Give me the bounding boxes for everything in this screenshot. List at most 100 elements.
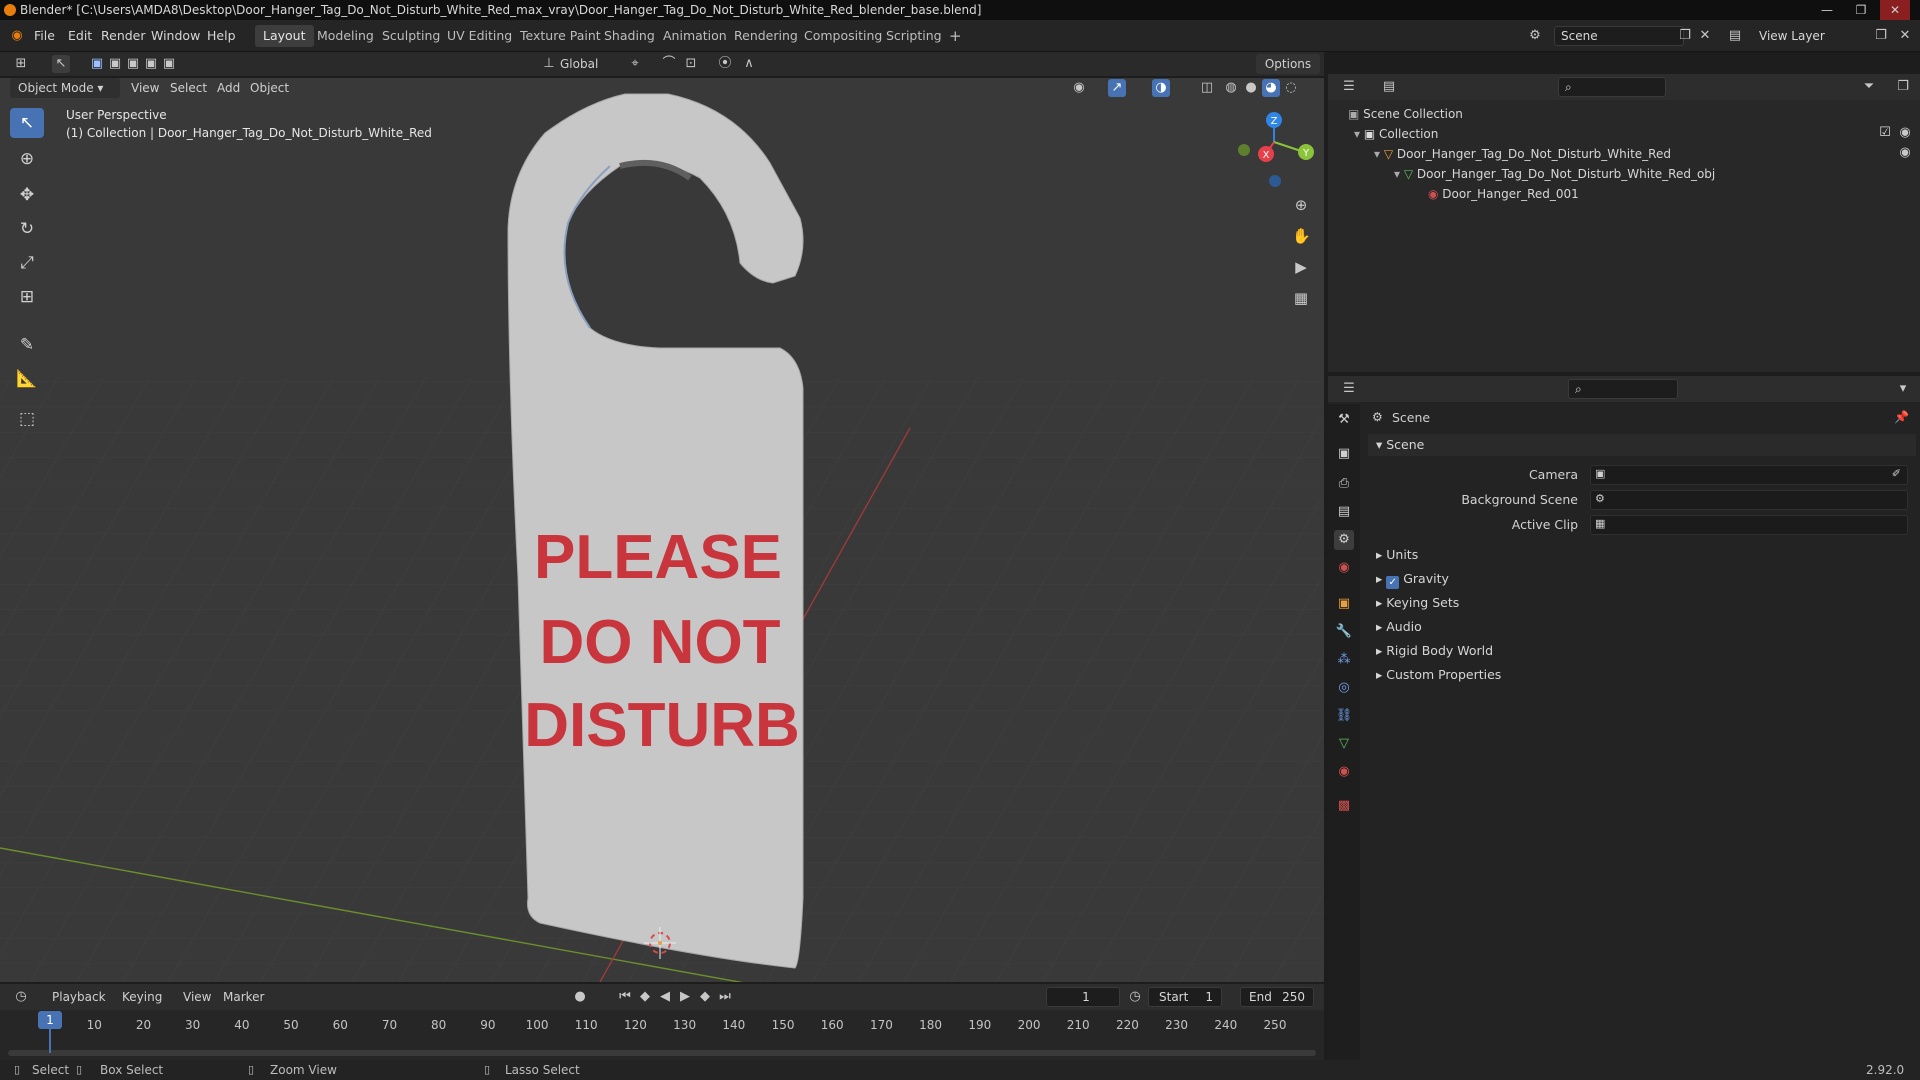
menu-render[interactable]: Render bbox=[101, 28, 146, 43]
close-button[interactable]: ✕ bbox=[1880, 0, 1910, 20]
add-workspace-button[interactable]: + bbox=[941, 25, 970, 47]
select-tool-icon[interactable]: ↖ bbox=[52, 55, 70, 73]
solid-shading-icon[interactable]: ● bbox=[1242, 79, 1260, 97]
tab-rendering[interactable]: Rendering bbox=[726, 25, 806, 47]
xray-icon[interactable]: ◫ bbox=[1198, 79, 1216, 97]
preview-range-icon[interactable]: ◷ bbox=[1126, 988, 1144, 1006]
properties-editor-icon[interactable]: ☰ bbox=[1340, 380, 1358, 398]
blender-menu-icon[interactable]: ◉ bbox=[8, 27, 26, 45]
filter-icon[interactable]: ⏷ bbox=[1860, 78, 1878, 96]
camera-view-icon[interactable]: ▶ bbox=[1292, 258, 1310, 276]
select-mode-new-icon[interactable]: ▣ bbox=[88, 55, 106, 73]
constraints-tab-icon[interactable]: ⛓ bbox=[1334, 706, 1354, 726]
view-layer-selector[interactable]: View Layer bbox=[1752, 26, 1882, 46]
select-box-tool-icon[interactable]: ↖ bbox=[10, 108, 44, 138]
transform-orientation-icon[interactable]: ⊥ bbox=[540, 55, 558, 73]
menu-help[interactable]: Help bbox=[207, 28, 236, 43]
tool-tab-icon[interactable]: ⚒ bbox=[1334, 410, 1354, 430]
menu-file[interactable]: File bbox=[34, 28, 55, 43]
timeline-menu-keying[interactable]: Keying bbox=[122, 987, 162, 1007]
timeline-menu-marker[interactable]: Marker bbox=[223, 987, 264, 1007]
options-dropdown[interactable]: Options bbox=[1256, 54, 1320, 74]
modifier-tab-icon[interactable]: 🔧 bbox=[1334, 622, 1354, 642]
timeline-editor-icon[interactable]: ◷ bbox=[12, 988, 30, 1006]
eyedropper-icon[interactable]: ✐ bbox=[1892, 467, 1901, 480]
rendered-shading-icon[interactable]: ◌ bbox=[1282, 79, 1300, 97]
object-mode-dropdown[interactable]: Object Mode ▾ bbox=[10, 78, 120, 98]
transform-orientation-dropdown[interactable]: Global bbox=[560, 54, 618, 74]
jump-start-icon[interactable]: ⏮ bbox=[616, 988, 634, 1006]
tab-sculpting[interactable]: Sculpting bbox=[374, 25, 448, 47]
record-icon[interactable]: ● bbox=[571, 988, 589, 1006]
scale-tool-icon[interactable]: ⤢ bbox=[10, 248, 44, 278]
tab-texture-paint[interactable]: Texture Paint bbox=[512, 25, 609, 47]
expand-arrow-icon[interactable]: ▾ bbox=[1394, 167, 1404, 181]
new-collection-icon[interactable]: ❐ bbox=[1894, 78, 1912, 96]
menu-window[interactable]: Window bbox=[151, 28, 200, 43]
outliner-row-scene-collection[interactable]: ▣ Scene Collection bbox=[1348, 104, 1463, 124]
background-scene-field[interactable]: ⚙ bbox=[1590, 490, 1908, 510]
measure-tool-icon[interactable]: 📐 bbox=[10, 364, 44, 394]
new-view-layer-icon[interactable]: ❐ bbox=[1872, 27, 1890, 45]
output-tab-icon[interactable]: ⎙ bbox=[1334, 474, 1354, 494]
start-frame-field[interactable]: Start 1 bbox=[1148, 987, 1222, 1007]
visibility-icon[interactable]: ◉ bbox=[1070, 79, 1088, 97]
viewport-menu-add[interactable]: Add bbox=[217, 78, 240, 98]
pin-icon[interactable]: 📌 bbox=[1894, 410, 1909, 424]
gravity-checkbox[interactable]: ✓ bbox=[1386, 576, 1400, 589]
physics-tab-icon[interactable]: ◎ bbox=[1334, 678, 1354, 698]
add-cube-tool-icon[interactable]: ⬚ bbox=[10, 404, 44, 434]
pan-hand-icon[interactable]: ✋ bbox=[1292, 227, 1311, 245]
playhead[interactable]: 1 bbox=[38, 1011, 62, 1029]
tab-modeling[interactable]: Modeling bbox=[309, 25, 382, 47]
zoom-icon[interactable]: ⊕ bbox=[1292, 196, 1310, 214]
tab-scripting[interactable]: Scripting bbox=[878, 25, 950, 47]
timeline-scrollbar[interactable] bbox=[8, 1050, 1316, 1056]
audio-panel-header[interactable]: ▸ Audio bbox=[1368, 616, 1916, 638]
snap-target-icon[interactable]: ⊡ bbox=[682, 55, 700, 73]
timeline-menu-playback[interactable]: Playback bbox=[52, 987, 106, 1007]
maximize-button[interactable]: ❐ bbox=[1846, 0, 1876, 20]
falloff-icon[interactable]: ∧ bbox=[740, 55, 758, 73]
select-mode-difference-icon[interactable]: ▣ bbox=[142, 55, 160, 73]
delete-view-layer-icon[interactable]: ✕ bbox=[1896, 27, 1914, 45]
material-tab-icon[interactable]: ◉ bbox=[1334, 762, 1354, 782]
select-mode-intersect-icon[interactable]: ▣ bbox=[160, 55, 178, 73]
viewport-menu-object[interactable]: Object bbox=[250, 78, 289, 98]
eye-icon[interactable]: ◉ bbox=[1896, 144, 1914, 162]
orthographic-grid-icon[interactable]: ▦ bbox=[1292, 289, 1310, 307]
gravity-panel-header[interactable]: ▸ ✓ Gravity bbox=[1368, 568, 1916, 590]
current-frame-field[interactable]: 1 bbox=[1046, 987, 1120, 1007]
outliner-editor-icon[interactable]: ☰ bbox=[1340, 78, 1358, 96]
units-panel-header[interactable]: ▸ Units bbox=[1368, 544, 1916, 566]
3d-viewport[interactable]: PLEASE DO NOT DISTURB Z Y X User Perspec… bbox=[0, 78, 1324, 982]
select-mode-subtract-icon[interactable]: ▣ bbox=[124, 55, 142, 73]
select-mode-extend-icon[interactable]: ▣ bbox=[106, 55, 124, 73]
menu-edit[interactable]: Edit bbox=[68, 28, 92, 43]
outliner-row-mesh[interactable]: ▾ ▽ Door_Hanger_Tag_Do_Not_Disturb_White… bbox=[1394, 164, 1715, 184]
gizmo-toggle-icon[interactable]: ↗ bbox=[1108, 79, 1126, 97]
keying-sets-panel-header[interactable]: ▸ Keying Sets bbox=[1368, 592, 1916, 614]
overlay-toggle-icon[interactable]: ◑ bbox=[1152, 79, 1170, 97]
jump-end-icon[interactable]: ⏭ bbox=[716, 988, 734, 1006]
world-tab-icon[interactable]: ◉ bbox=[1334, 558, 1354, 578]
play-reverse-icon[interactable]: ◀ bbox=[656, 988, 674, 1006]
expand-arrow-icon[interactable]: ▾ bbox=[1374, 147, 1384, 161]
viewport-menu-select[interactable]: Select bbox=[170, 78, 207, 98]
scene-panel-header[interactable]: ▾ Scene bbox=[1368, 434, 1916, 456]
scene-selector[interactable]: Scene bbox=[1554, 26, 1684, 46]
exclude-checkbox-icon[interactable]: ☑ bbox=[1876, 124, 1894, 142]
properties-options-icon[interactable]: ▾ bbox=[1894, 380, 1912, 398]
active-clip-field[interactable]: ▦ bbox=[1590, 515, 1908, 535]
scene-tab-icon[interactable]: ⚙ bbox=[1334, 530, 1354, 550]
display-mode-icon[interactable]: ▤ bbox=[1380, 78, 1398, 96]
tab-layout[interactable]: Layout bbox=[255, 25, 314, 47]
navigation-gizmo[interactable]: Z Y X bbox=[1238, 112, 1314, 187]
object-tab-icon[interactable]: ▣ bbox=[1334, 594, 1354, 614]
properties-search-input[interactable]: ⌕ bbox=[1568, 379, 1678, 399]
snap-icon[interactable]: ⌒ bbox=[660, 55, 678, 73]
transform-tool-icon[interactable]: ⊞ bbox=[10, 282, 44, 312]
timeline-menu-view[interactable]: View bbox=[183, 987, 211, 1007]
proportional-edit-icon[interactable]: ⦿ bbox=[716, 55, 734, 73]
delete-scene-icon[interactable]: ✕ bbox=[1696, 27, 1714, 45]
